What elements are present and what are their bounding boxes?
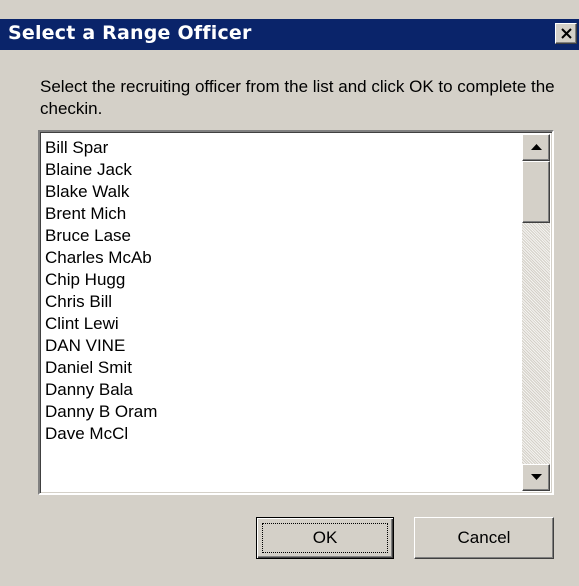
arrow-down-icon xyxy=(531,474,542,480)
title-bar[interactable]: Select a Range Officer xyxy=(0,19,579,50)
arrow-up-icon xyxy=(531,144,542,150)
scroll-down-button[interactable] xyxy=(522,464,550,491)
close-icon xyxy=(561,28,572,39)
focus-rect xyxy=(262,523,388,553)
list-item[interactable]: Danny B Oram xyxy=(45,401,520,423)
officer-listbox[interactable]: Bill Spar Blaine Jack Blake Walk Brent Mich… xyxy=(38,130,554,495)
list-item[interactable]: Danny Bala xyxy=(45,379,520,401)
select-range-officer-dialog: Select a Range Officer Select the recrui… xyxy=(0,0,579,586)
scroll-thumb[interactable] xyxy=(522,161,550,223)
scroll-up-button[interactable] xyxy=(522,134,550,161)
instruction-text: Select the recruiting officer from the l… xyxy=(40,77,555,118)
list-item[interactable]: Chris Bill xyxy=(45,291,520,313)
list-item[interactable]: Blaine Jack xyxy=(45,159,520,181)
list-item[interactable]: Bruce Lase xyxy=(45,225,520,247)
list-item[interactable]: Chip Hugg xyxy=(45,269,520,291)
close-button[interactable] xyxy=(555,23,577,44)
cancel-label: Cancel xyxy=(457,528,511,547)
list-item[interactable]: Clint Lewi xyxy=(45,313,520,335)
list-item[interactable]: DAN VINE xyxy=(45,335,520,357)
ok-button[interactable]: OK xyxy=(256,517,394,559)
list-item[interactable]: Blake Walk xyxy=(45,181,520,203)
vertical-scrollbar[interactable] xyxy=(522,134,550,491)
list-item[interactable]: Charles McAb xyxy=(45,247,520,269)
list-item[interactable]: Dave McCl xyxy=(45,423,520,445)
officer-list: Bill Spar Blaine Jack Blake Walk Brent Mich… xyxy=(45,137,520,445)
list-item[interactable]: Bill Spar xyxy=(45,137,520,159)
list-item[interactable]: Daniel Smit xyxy=(45,357,520,379)
cancel-button[interactable]: Cancel xyxy=(414,517,554,559)
list-item[interactable]: Brent Mich xyxy=(45,203,520,225)
dialog-title: Select a Range Officer xyxy=(8,22,252,44)
